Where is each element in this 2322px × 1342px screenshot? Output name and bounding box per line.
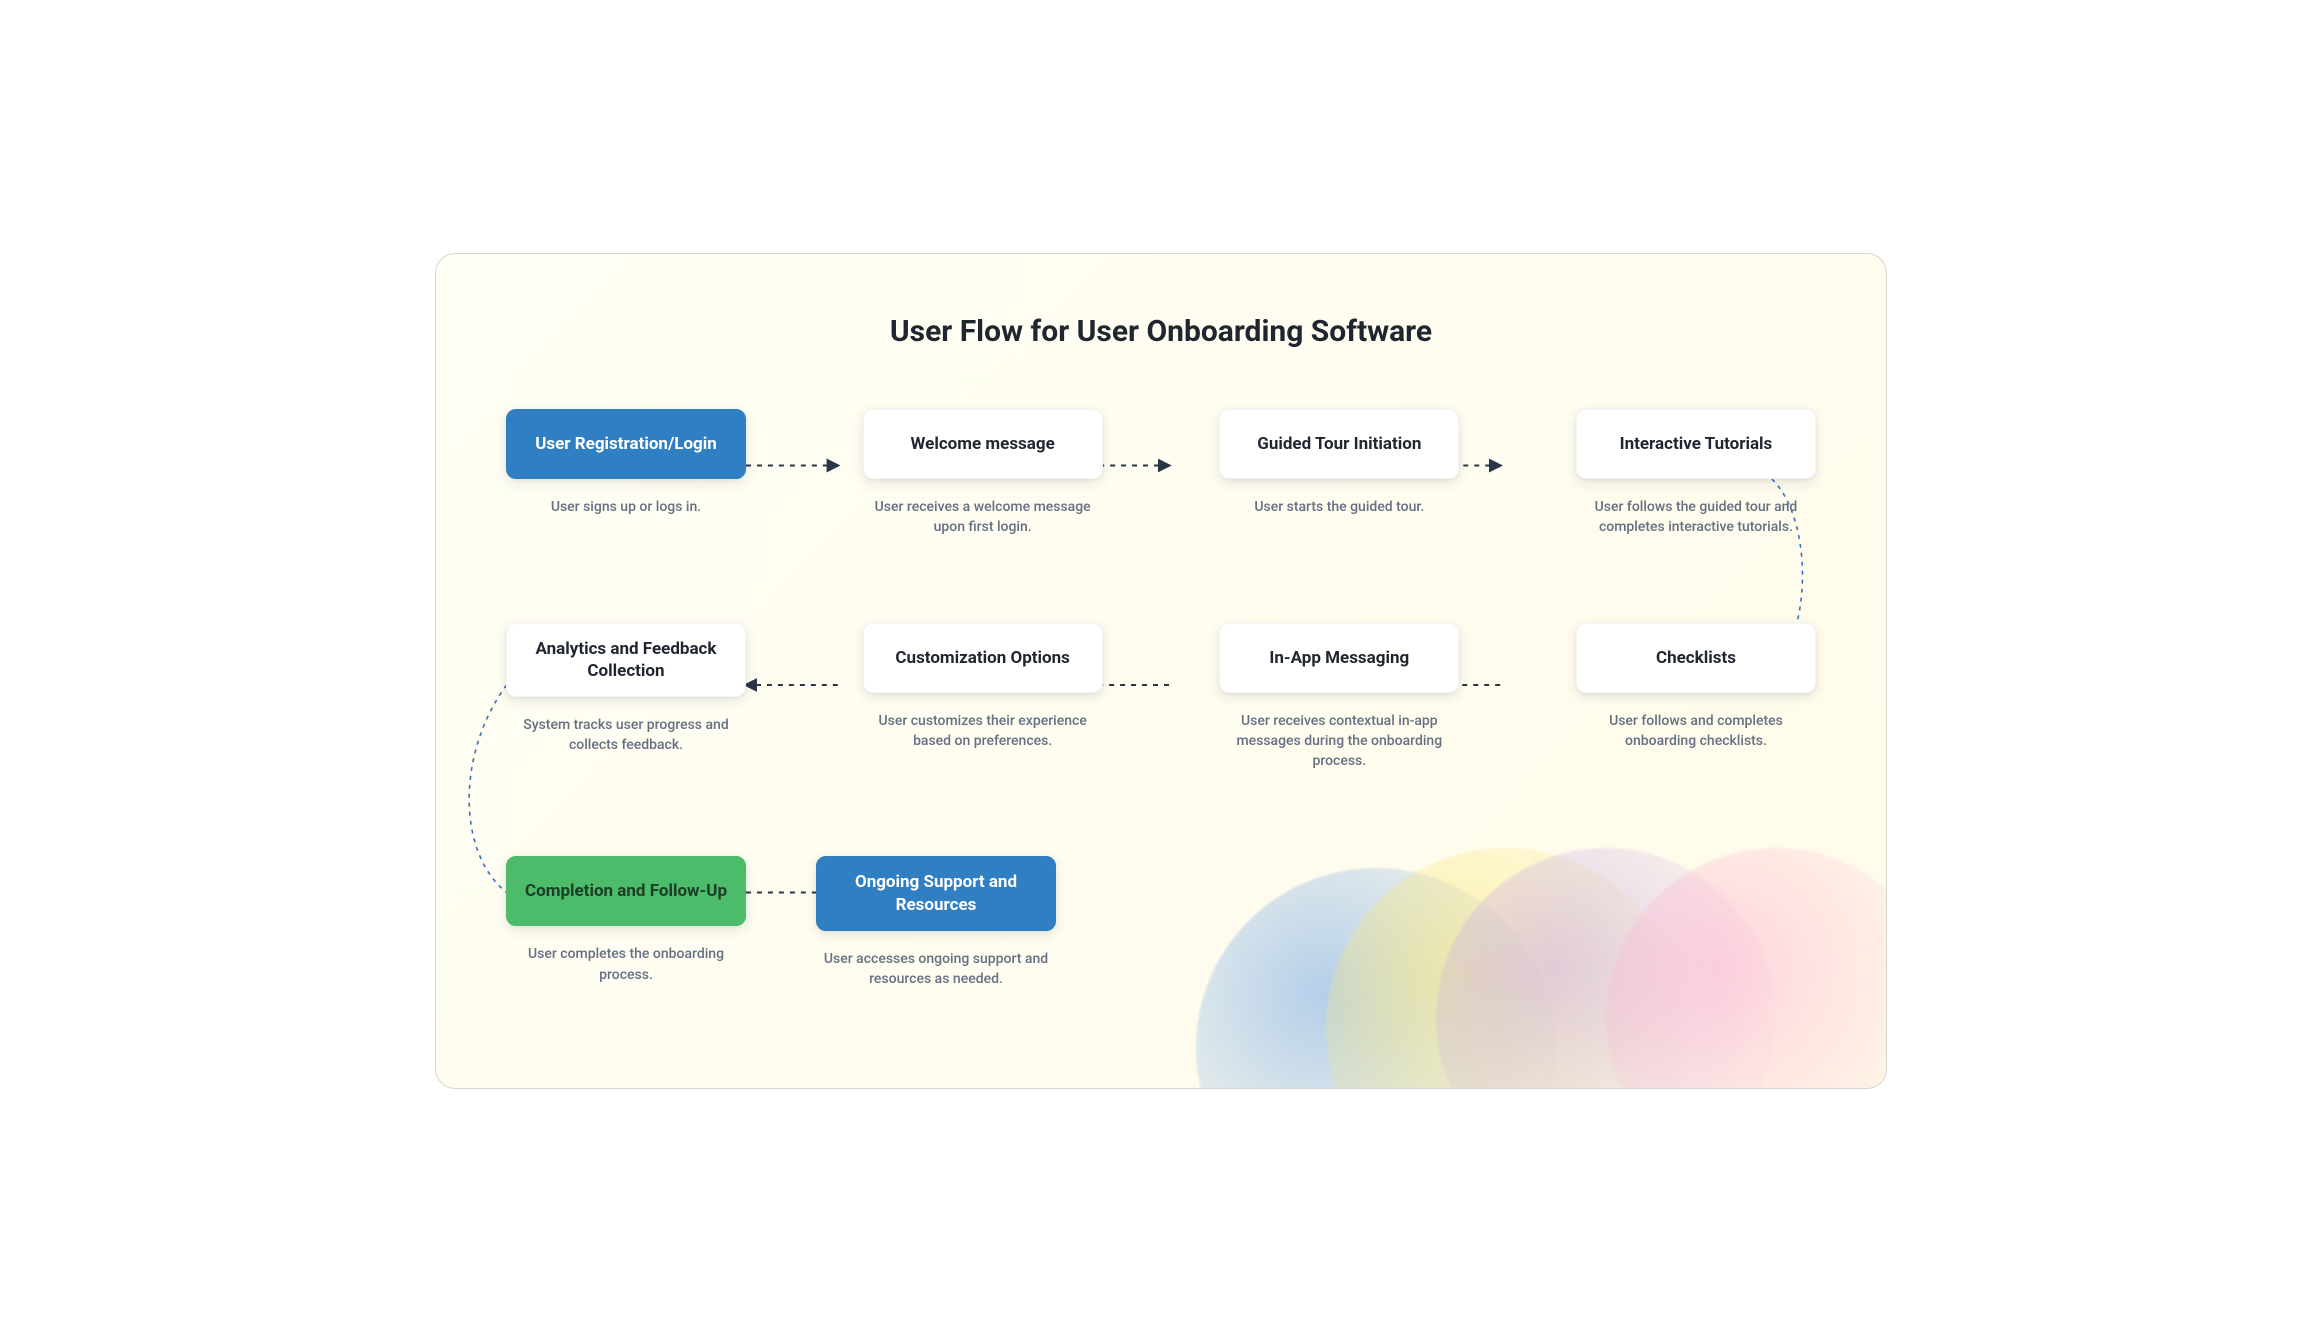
step-card: In-App Messaging: [1219, 623, 1459, 693]
step-interactive-tutorials: Interactive Tutorials User follows the g…: [1576, 409, 1816, 538]
step-card: Ongoing Support and Resources: [816, 856, 1056, 930]
step-card: Guided Tour Initiation: [1219, 409, 1459, 479]
step-description: User receives contextual in-app messages…: [1219, 711, 1459, 772]
step-description: User follows and completes onboarding ch…: [1576, 711, 1816, 752]
step-checklists: Checklists User follows and completes on…: [1576, 623, 1816, 772]
step-description: User signs up or logs in.: [551, 497, 701, 517]
step-card: User Registration/Login: [506, 409, 746, 479]
step-customization-options: Customization Options User customizes th…: [863, 623, 1103, 772]
step-description: User follows the guided tour and complet…: [1576, 497, 1816, 538]
step-description: User starts the guided tour.: [1254, 497, 1424, 517]
step-ongoing-support: Ongoing Support and Resources User acces…: [816, 856, 1056, 989]
step-description: User completes the onboarding process.: [506, 944, 746, 985]
diagram-rows: User Registration/Login User signs up or…: [506, 409, 1816, 989]
step-card: Checklists: [1576, 623, 1816, 693]
step-completion-follow-up: Completion and Follow-Up User completes …: [506, 856, 746, 989]
row-3: Completion and Follow-Up User completes …: [506, 856, 1816, 989]
step-user-registration: User Registration/Login User signs up or…: [506, 409, 746, 538]
diagram-content: User Flow for User Onboarding Software U…: [436, 254, 1886, 1088]
step-card: Analytics and Feedback Collection: [506, 623, 746, 697]
step-in-app-messaging: In-App Messaging User receives contextua…: [1219, 623, 1459, 772]
step-guided-tour-initiation: Guided Tour Initiation User starts the g…: [1219, 409, 1459, 538]
step-description: System tracks user progress and collects…: [506, 715, 746, 756]
row-2: Analytics and Feedback Collection System…: [506, 623, 1816, 772]
diagram-frame: User Flow for User Onboarding Software U…: [435, 253, 1887, 1089]
step-card: Interactive Tutorials: [1576, 409, 1816, 479]
diagram-title: User Flow for User Onboarding Software: [506, 314, 1816, 349]
step-description: User accesses ongoing support and resour…: [816, 949, 1056, 990]
step-welcome-message: Welcome message User receives a welcome …: [863, 409, 1103, 538]
step-card: Completion and Follow-Up: [506, 856, 746, 926]
step-description: User receives a welcome message upon fir…: [863, 497, 1103, 538]
step-card: Welcome message: [863, 409, 1103, 479]
step-card: Customization Options: [863, 623, 1103, 693]
step-description: User customizes their experience based o…: [863, 711, 1103, 752]
row-1: User Registration/Login User signs up or…: [506, 409, 1816, 538]
step-analytics-feedback: Analytics and Feedback Collection System…: [506, 623, 746, 772]
